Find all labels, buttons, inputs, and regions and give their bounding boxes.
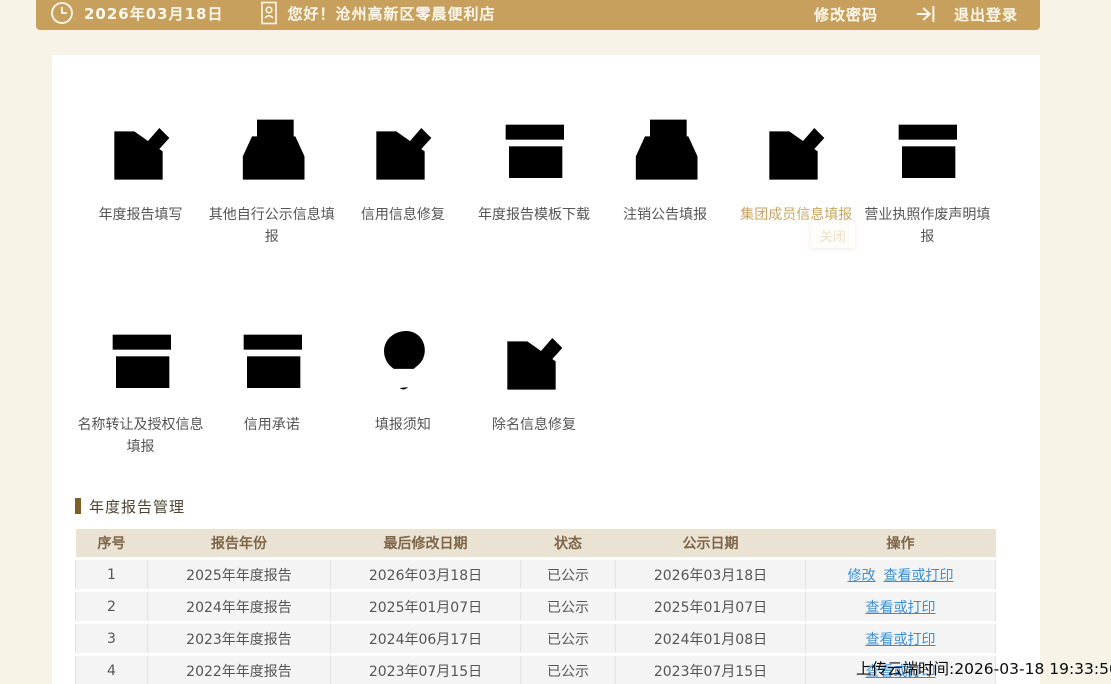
topbar: 2026年03月18日 您好！沧州高新区零晨便利店 修改密码 退出登录 <box>36 0 1040 30</box>
feature-item[interactable]: 名称转让及授权信息填报 <box>75 318 206 458</box>
table-row: 3 2023年年度报告 2024年06月17日 已公示 2024年01月08日 … <box>76 623 996 655</box>
feature-item[interactable]: 营业执照作废声明填报 <box>862 108 993 248</box>
upload-time-overlay: 上传云端时间:2026-03-18 19:33:50 <box>856 657 1111 679</box>
current-date: 2026年03月18日 <box>84 3 224 24</box>
feature-label: 营业执照作废声明填报 <box>862 205 993 248</box>
feature-item[interactable]: 信用信息修复 <box>337 108 468 248</box>
feature-label: 注销公告填报 <box>623 205 707 227</box>
modify-link[interactable]: 修改 <box>848 568 876 584</box>
inbox-doc-icon <box>625 108 705 188</box>
feature-item[interactable]: 信用承诺 <box>206 318 337 458</box>
view-print-link[interactable]: 查看或打印 <box>866 600 936 616</box>
feature-label: 其他自行公示信息填报 <box>206 205 337 248</box>
feature-label: 填报须知 <box>375 415 431 437</box>
column-header: 操作 <box>806 529 996 559</box>
cell-seq: 3 <box>76 623 148 655</box>
cell-year: 2024年年度报告 <box>148 591 331 623</box>
edit-square-icon <box>101 108 181 188</box>
feature-label: 年度报告模板下载 <box>478 205 590 227</box>
column-header: 状态 <box>521 529 616 559</box>
feature-item[interactable]: 填报须知 <box>337 318 468 458</box>
cell-actions: 查看或打印 <box>806 623 996 655</box>
feature-label: 名称转让及授权信息填报 <box>75 415 206 458</box>
column-header: 报告年份 <box>148 529 331 559</box>
logout-icon <box>914 3 938 25</box>
cell-actions: 修改查看或打印 <box>806 559 996 591</box>
cell-modified: 2023年07月15日 <box>331 655 521 684</box>
cell-status: 已公示 <box>521 591 616 623</box>
section-title: 年度报告管理 <box>89 496 185 517</box>
column-header: 公示日期 <box>616 529 806 559</box>
clock-icon <box>50 1 74 25</box>
cell-actions: 查看或打印 <box>806 591 996 623</box>
cell-year: 2025年年度报告 <box>148 559 331 591</box>
close-tooltip: 关闭 <box>811 222 855 248</box>
browser-form-icon <box>232 318 312 398</box>
cell-publish: 2025年01月07日 <box>616 591 806 623</box>
feature-item[interactable]: 注销公告填报 <box>600 108 731 248</box>
feature-item[interactable]: 年度报告填写 <box>75 108 206 248</box>
section-title-bar <box>75 498 81 514</box>
cell-seq: 1 <box>76 559 148 591</box>
main-card: 年度报告填写 其他自行公示信息填报 信用信息修复 年度报告模板下载 注销公告填报… <box>52 55 1040 684</box>
browser-form-icon <box>101 318 181 398</box>
feature-item[interactable]: 其他自行公示信息填报 <box>206 108 337 248</box>
cell-seq: 2 <box>76 591 148 623</box>
cell-publish: 2024年01月08日 <box>616 623 806 655</box>
logout-link[interactable]: 退出登录 <box>954 4 1018 25</box>
cell-publish: 2026年03月18日 <box>616 559 806 591</box>
cell-status: 已公示 <box>521 559 616 591</box>
feature-label: 信用信息修复 <box>361 205 445 227</box>
browser-form-icon <box>887 108 967 188</box>
feature-label: 信用承诺 <box>244 415 300 437</box>
browser-form-icon <box>494 108 574 188</box>
cell-status: 已公示 <box>521 623 616 655</box>
feature-label: 除名信息修复 <box>492 415 576 437</box>
column-header: 最后修改日期 <box>331 529 521 559</box>
feature-item[interactable]: 除名信息修复 <box>468 318 599 458</box>
table-row: 1 2025年年度报告 2026年03月18日 已公示 2026年03月18日 … <box>76 559 996 591</box>
cell-publish: 2023年07月15日 <box>616 655 806 684</box>
cell-modified: 2025年01月07日 <box>331 591 521 623</box>
feature-label: 年度报告填写 <box>99 205 183 227</box>
cell-year: 2022年年度报告 <box>148 655 331 684</box>
feature-grid: 年度报告填写 其他自行公示信息填报 信用信息修复 年度报告模板下载 注销公告填报… <box>75 108 993 459</box>
section-head: 年度报告管理 <box>75 496 1040 517</box>
table-row: 2 2024年年度报告 2025年01月07日 已公示 2025年01月07日 … <box>76 591 996 623</box>
feature-item[interactable]: 年度报告模板下载 <box>468 108 599 248</box>
edit-square-icon <box>363 108 443 188</box>
inbox-doc-icon <box>232 108 312 188</box>
feature-item[interactable]: 集团成员信息填报 关闭 <box>731 108 862 248</box>
cell-modified: 2026年03月18日 <box>331 559 521 591</box>
table-header-row: 序号报告年份最后修改日期状态公示日期操作 <box>76 529 996 559</box>
view-print-link[interactable]: 查看或打印 <box>866 632 936 648</box>
cell-status: 已公示 <box>521 655 616 684</box>
cell-modified: 2024年06月17日 <box>331 623 521 655</box>
edit-square-icon <box>494 318 574 398</box>
cell-year: 2023年年度报告 <box>148 623 331 655</box>
user-badge-icon <box>260 1 278 25</box>
view-print-link[interactable]: 查看或打印 <box>884 568 954 584</box>
lightbulb-icon <box>363 318 443 398</box>
column-header: 序号 <box>76 529 148 559</box>
cell-seq: 4 <box>76 655 148 684</box>
user-greeting: 您好！沧州高新区零晨便利店 <box>288 3 496 24</box>
edit-square-icon <box>756 108 836 188</box>
change-password-link[interactable]: 修改密码 <box>814 4 878 25</box>
